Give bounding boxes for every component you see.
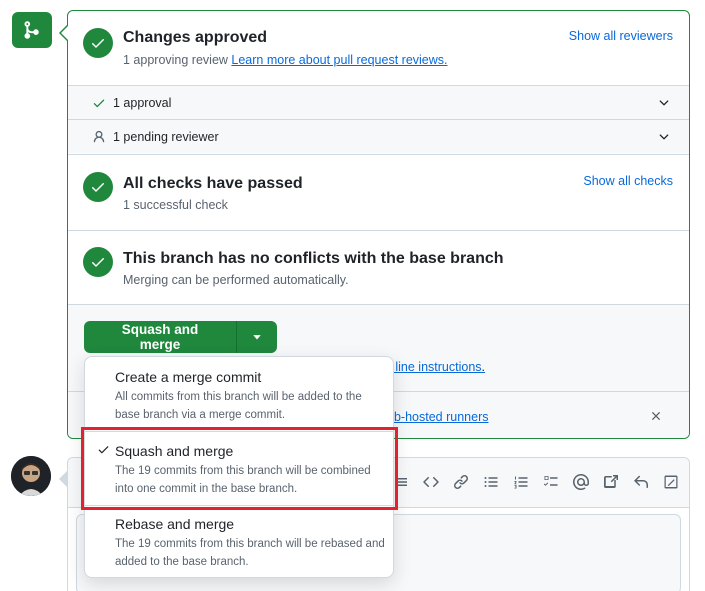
approvals-row[interactable]: 1 approval	[68, 85, 689, 119]
menu-item-create-merge-commit[interactable]: Create a merge commit All commits from t…	[85, 357, 393, 431]
show-all-reviewers-link[interactable]: Show all reviewers	[569, 29, 673, 43]
menu-item-rebase-and-merge[interactable]: Rebase and merge The 19 commits from thi…	[85, 506, 393, 579]
code-icon[interactable]	[423, 474, 439, 490]
ordered-list-icon[interactable]	[513, 474, 529, 490]
menu-item-description: The 19 commits from this branch will be …	[115, 538, 385, 568]
check-icon	[92, 96, 106, 115]
chevron-down-icon[interactable]	[657, 130, 671, 149]
person-icon	[92, 130, 106, 149]
command-line-period: .	[481, 360, 486, 374]
approval-title: Changes approved	[123, 29, 268, 46]
checks-subtitle: 1 successful check	[123, 198, 228, 212]
approval-count: 1 approving review	[123, 53, 228, 67]
checks-section: All checks have passed 1 successful chec…	[68, 155, 689, 230]
unordered-list-icon[interactable]	[483, 474, 499, 490]
menu-item-description: All commits from this branch will be add…	[115, 391, 362, 421]
squash-and-merge-button[interactable]: Squash and merge	[84, 321, 236, 353]
check-circle-icon	[83, 172, 113, 202]
fullscreen-icon[interactable]	[663, 474, 679, 490]
highlight-box	[81, 427, 398, 510]
pending-reviewer-label: 1 pending reviewer	[113, 129, 219, 144]
merge-button-group: Squash and merge	[84, 321, 277, 353]
conflicts-section: This branch has no conflicts with the ba…	[68, 231, 689, 304]
task-list-icon[interactable]	[543, 474, 559, 490]
show-all-checks-link[interactable]: Show all checks	[583, 174, 673, 188]
approvals-label: 1 approval	[113, 95, 172, 110]
approval-subtitle: 1 approving review Learn more about pull…	[123, 53, 448, 67]
learn-more-link[interactable]: Learn more about pull request reviews.	[231, 53, 447, 67]
link-icon[interactable]	[453, 474, 469, 490]
pending-reviewer-row[interactable]: 1 pending reviewer	[68, 119, 689, 153]
checks-title: All checks have passed	[123, 175, 303, 192]
command-line-instructions-link[interactable]: nd line instructions.	[378, 360, 485, 374]
conflicts-subtitle: Merging can be performed automatically.	[123, 273, 349, 287]
hosted-runners-link[interactable]: Hub-hosted runners	[378, 410, 488, 424]
reply-icon[interactable]	[633, 474, 649, 490]
cross-reference-icon[interactable]	[603, 474, 619, 490]
git-merge-status-icon	[12, 12, 52, 48]
menu-item-title: Create a merge commit	[115, 369, 262, 385]
chevron-down-icon[interactable]	[657, 96, 671, 115]
check-circle-icon	[83, 247, 113, 277]
menu-item-title: Rebase and merge	[115, 516, 235, 532]
merge-method-dropdown-button[interactable]	[236, 321, 277, 353]
panel-pointer-inner	[61, 25, 69, 41]
close-icon[interactable]	[649, 409, 663, 428]
avatar[interactable]	[11, 456, 51, 496]
conflicts-title: This branch has no conflicts with the ba…	[123, 250, 504, 267]
triangle-down-icon	[253, 335, 261, 340]
mention-icon[interactable]	[573, 474, 589, 490]
approval-section: Changes approved 1 approving review Lear…	[68, 11, 689, 86]
check-circle-icon	[83, 28, 113, 58]
